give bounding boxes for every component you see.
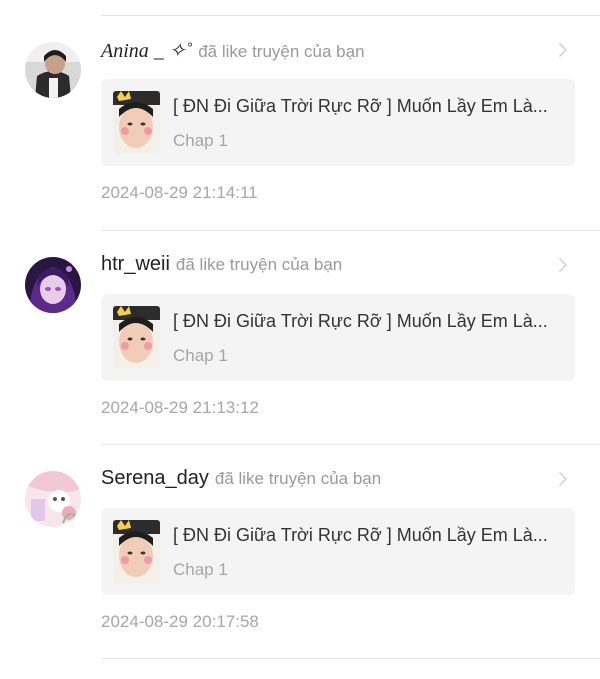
avatar-image: [25, 471, 81, 527]
item-divider: [101, 658, 600, 659]
notification-item[interactable]: Serena_day đã like truyện của bạn [ ĐN Đi…: [0, 445, 600, 659]
username[interactable]: Serena_day: [101, 467, 209, 489]
action-text: đã like truyện của bạn: [198, 42, 365, 61]
action-text: đã like truyện của bạn: [214, 469, 382, 488]
username[interactable]: htr_weii: [101, 253, 170, 275]
chevron-right-icon[interactable]: [556, 469, 570, 489]
notification-item[interactable]: htr_weii đã like truyện của bạn [ ĐN Đi G…: [0, 231, 600, 445]
story-card[interactable]: [ ĐN Đi Giữa Trời Rực Rỡ ] Muốn Lầy Em L…: [101, 508, 575, 595]
story-title[interactable]: [ ĐN Đi Giữa Trời Rực Rỡ ] Muốn Lầy Em L…: [173, 525, 563, 546]
chapter-label: Chap 1: [173, 560, 228, 579]
timestamp: 2024-08-29 21:14:11: [101, 183, 258, 202]
story-thumbnail: [113, 306, 160, 369]
chapter-label: Chap 1: [173, 346, 228, 365]
username[interactable]: Anina _ ✧˚: [101, 40, 192, 62]
story-title[interactable]: [ ĐN Đi Giữa Trời Rực Rỡ ] Muốn Lầy Em L…: [173, 96, 563, 117]
story-thumbnail: [113, 520, 160, 583]
chevron-right-icon[interactable]: [556, 255, 570, 275]
story-card[interactable]: [ ĐN Đi Giữa Trời Rực Rỡ ] Muốn Lầy Em L…: [101, 294, 575, 381]
story-title[interactable]: [ ĐN Đi Giữa Trời Rực Rỡ ] Muốn Lầy Em L…: [173, 311, 563, 332]
user-avatar[interactable]: [25, 257, 81, 313]
avatar-image: [25, 257, 81, 313]
action-text: đã like truyện của bạn: [175, 255, 343, 274]
chevron-right-icon[interactable]: [556, 40, 570, 60]
avatar-image: [25, 42, 81, 98]
user-avatar[interactable]: [25, 42, 81, 98]
story-card[interactable]: [ ĐN Đi Giữa Trời Rực Rỡ ] Muốn Lầy Em L…: [101, 79, 575, 166]
chapter-label: Chap 1: [173, 131, 228, 150]
story-thumbnail: [113, 91, 160, 154]
notification-item[interactable]: Anina _ ✧˚ đã like truyện của bạn [ ĐN Đi…: [0, 16, 600, 230]
user-avatar[interactable]: [25, 471, 81, 527]
timestamp: 2024-08-29 20:17:58: [101, 612, 259, 631]
timestamp: 2024-08-29 21:13:12: [101, 398, 259, 417]
